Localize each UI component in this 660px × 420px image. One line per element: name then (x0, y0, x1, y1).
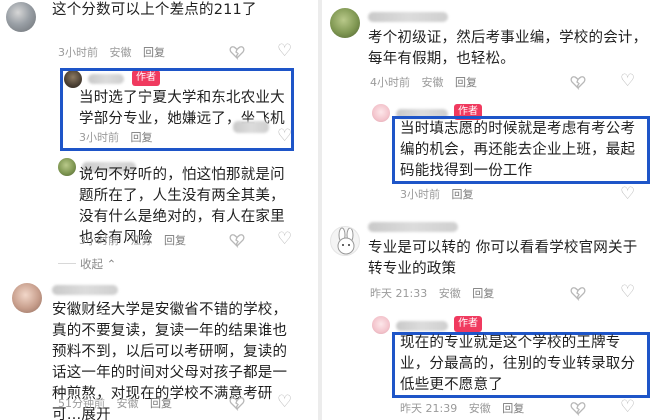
heart-outline-icon[interactable]: ♡ (620, 73, 635, 90)
broken-heart-icon[interactable] (570, 74, 586, 90)
heart-outline-icon[interactable]: ♡ (620, 186, 635, 203)
heart-outline-icon[interactable]: ♡ (620, 399, 635, 416)
reply-button[interactable]: 回复 (131, 131, 153, 144)
reply-meta: 3小时前 回复 (400, 186, 474, 202)
comment-location: 安徽 (438, 287, 461, 300)
reply-button[interactable]: 回复 (143, 46, 165, 59)
author-tag: 作者 (454, 316, 482, 332)
comment-location: 安徽 (468, 402, 491, 415)
comment-meta: 51分钟前 安徽 回复 (58, 395, 172, 411)
comment-text: 专业是可以转的 你可以看看学校官网关于转专业的政策 (368, 240, 638, 277)
comment-time: 3小时前 (400, 188, 440, 201)
comment-time: 51分钟前 (58, 397, 105, 410)
reply-button[interactable]: 回复 (502, 402, 524, 415)
reply-button[interactable]: 回复 (150, 397, 172, 410)
comment-time: 4小时前 (370, 76, 410, 89)
heart-outline-icon[interactable]: ♡ (277, 394, 292, 411)
broken-heart-icon[interactable] (570, 285, 586, 301)
reply-button[interactable]: 回复 (472, 287, 494, 300)
heart-outline-icon[interactable]: ♡ (277, 231, 292, 248)
left-comment-panel: 这个分数可以上个差点的211了 3小时前 安徽 回复 ♡ 作者 当时选了宁夏大学… (0, 0, 318, 420)
heart-outline-icon[interactable]: ♡ (277, 128, 292, 145)
reply-button[interactable]: 回复 (455, 76, 477, 89)
comment-location: 安徽 (421, 76, 444, 89)
avatar[interactable] (6, 2, 36, 32)
avatar[interactable] (330, 226, 360, 256)
broken-heart-icon[interactable] (229, 395, 245, 411)
avatar[interactable] (12, 283, 42, 313)
comment-time: 3小时前 (58, 46, 98, 59)
broken-heart-icon[interactable] (229, 232, 245, 248)
reply-meta: 3小时前 回复 (79, 129, 153, 145)
heart-outline-icon[interactable]: ♡ (277, 43, 292, 60)
broken-heart-icon[interactable] (570, 400, 586, 416)
comment-text: 这个分数可以上个差点的211了 (52, 2, 257, 18)
collapse-divider (58, 263, 76, 264)
comment-meta: 3小时前 安徽 回复 (58, 44, 165, 60)
username-blurred (368, 12, 448, 22)
comment-text: 考个初级证，然后考事业编，学校的会计，每年有假期，也轻松。 (368, 30, 648, 67)
username-blurred (368, 222, 458, 232)
comment-meta: 4小时前 安徽 回复 (370, 74, 477, 90)
broken-heart-icon[interactable] (229, 44, 245, 60)
reply-button[interactable]: 回复 (164, 234, 186, 247)
comment-time: 昨天 21:33 (370, 287, 428, 300)
comment-time: 昨天 21:39 (400, 402, 458, 415)
avatar[interactable] (372, 316, 390, 334)
collapse-button[interactable]: 收起 ⌃ (80, 256, 116, 272)
reply-text: 现在的专业就是这个学校的王牌专业，分最高的，往别的专业转录取分低些更不愿意了 (400, 335, 636, 393)
comment-time: 3小时前 (79, 131, 119, 144)
avatar[interactable] (58, 158, 76, 176)
redacted-text-blur (233, 121, 269, 133)
comment-time: 3小时前 (79, 234, 119, 247)
username-blurred (396, 321, 448, 331)
comment-location: 安徽 (109, 46, 132, 59)
comment-location: 江苏 (130, 234, 153, 247)
reply-meta: 3小时前 江苏 回复 (79, 232, 186, 248)
comment-meta: 昨天 21:33 安徽 回复 (370, 285, 494, 301)
reply-meta: 昨天 21:39 安徽 回复 (400, 400, 524, 416)
comment-location: 安徽 (116, 397, 139, 410)
right-comment-panel: 考个初级证，然后考事业编，学校的会计，每年有假期，也轻松。 4小时前 安徽 回复… (322, 0, 660, 420)
username-blurred (52, 285, 118, 295)
heart-outline-icon[interactable]: ♡ (620, 284, 635, 301)
reply-text: 当时填志愿的时候就是考虑有考公考编的机会，再还能去企业上班，最起码能找得到一份工… (400, 121, 636, 179)
avatar[interactable] (372, 104, 390, 122)
bunny-avatar-icon (337, 227, 355, 255)
reply-button[interactable]: 回复 (452, 188, 474, 201)
avatar[interactable] (330, 8, 360, 38)
